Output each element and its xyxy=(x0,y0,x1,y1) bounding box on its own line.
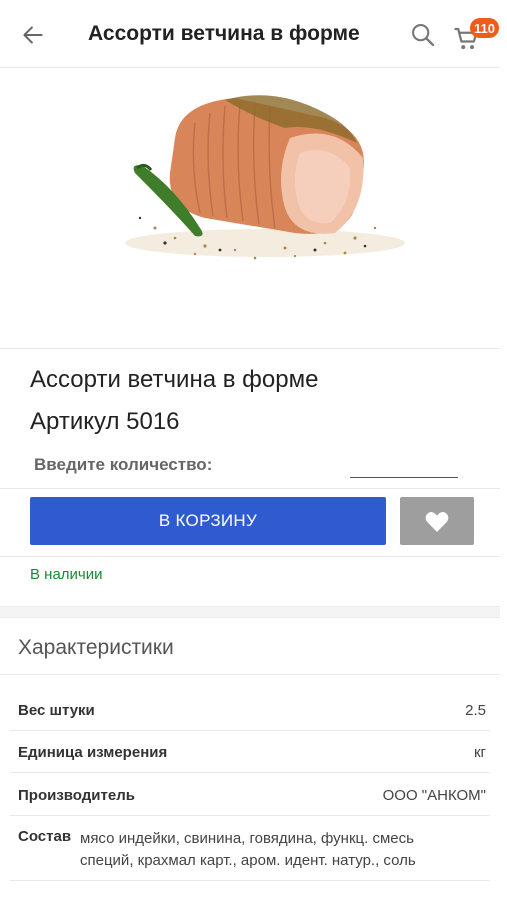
page-title: Ассорти ветчина в форме xyxy=(88,22,360,45)
search-button[interactable] xyxy=(408,20,438,50)
divider xyxy=(0,348,500,349)
spec-row-composition: Состав мясо индейки, свинина, говядина, … xyxy=(0,828,500,878)
composition-line: мясо индейки, свинина, говядина, функц. … xyxy=(80,830,414,847)
spec-label: Состав xyxy=(18,828,72,845)
spec-label: Вес штуки xyxy=(18,702,95,719)
spec-label: Единица измерения xyxy=(18,744,168,761)
product-name: Ассорти ветчина в форме xyxy=(30,366,319,393)
arrow-left-icon xyxy=(23,26,43,44)
spec-value: ООО "АНКОМ" xyxy=(382,787,486,804)
spec-value: мясо индейки, свинина, говядина, функц. … xyxy=(80,828,500,872)
divider xyxy=(0,674,500,675)
app-header: Ассорти ветчина в форме 110 xyxy=(0,0,500,68)
heart-icon xyxy=(425,512,449,532)
section-separator xyxy=(0,606,500,618)
product-image-area xyxy=(0,68,500,348)
stock-status: В наличии xyxy=(30,566,103,583)
divider xyxy=(10,815,490,816)
divider xyxy=(10,772,490,773)
favorite-button[interactable] xyxy=(400,497,474,545)
divider xyxy=(0,556,500,557)
cart-count-badge: 110 xyxy=(470,18,499,38)
spec-value: 2.5 xyxy=(465,702,486,719)
quantity-label: Введите количество: xyxy=(34,455,213,474)
back-button[interactable] xyxy=(18,20,48,50)
quantity-input[interactable] xyxy=(350,452,458,478)
product-image xyxy=(125,95,405,260)
divider xyxy=(10,730,490,731)
divider xyxy=(0,488,500,489)
divider xyxy=(10,880,490,881)
add-to-cart-button[interactable]: В КОРЗИНУ xyxy=(30,497,386,545)
specs-title: Характеристики xyxy=(18,636,174,659)
spec-value: кг xyxy=(473,744,486,761)
cart-button[interactable]: 110 xyxy=(452,18,499,52)
product-screen: Ассорти ветчина в форме 110 Ассорти ветч… xyxy=(0,0,500,900)
composition-line: специй, крахмал карт., аром. идент. нату… xyxy=(80,852,416,869)
product-sku: Артикул 5016 xyxy=(30,408,180,435)
spec-label: Производитель xyxy=(18,787,135,804)
search-icon xyxy=(412,24,435,47)
